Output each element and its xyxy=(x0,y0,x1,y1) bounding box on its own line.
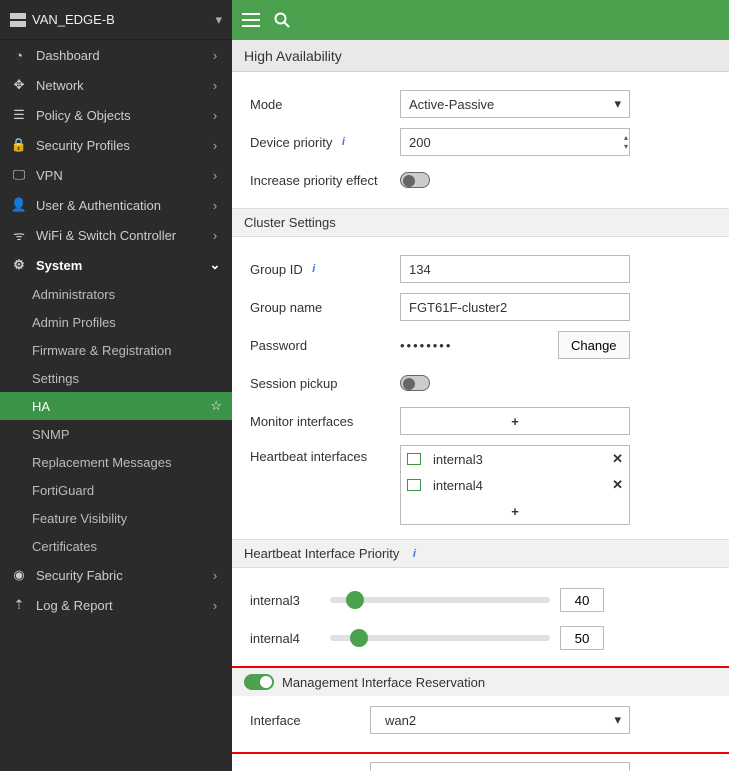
increase-label: Increase priority effect xyxy=(250,173,400,188)
user-icon: 👤 xyxy=(10,197,28,213)
device-selector[interactable]: VAN_EDGE-B ▾ xyxy=(0,0,232,40)
chevron-right-icon: › xyxy=(208,198,222,213)
group-name-label: Group name xyxy=(250,300,400,315)
cluster-settings-header: Cluster Settings xyxy=(232,208,729,237)
hb-if2-value[interactable] xyxy=(560,626,604,650)
spinner-buttons[interactable]: ▴▾ xyxy=(624,130,628,154)
sidebar-sub-replacement[interactable]: Replacement Messages xyxy=(0,448,232,476)
sidebar-item-network[interactable]: ✥ Network › xyxy=(0,70,232,100)
info-icon[interactable]: i xyxy=(307,262,321,276)
remove-icon[interactable]: ✕ xyxy=(612,477,623,493)
sidebar-sub-administrators[interactable]: Administrators xyxy=(0,280,232,308)
group-id-input[interactable] xyxy=(400,255,630,283)
gateway-input[interactable] xyxy=(370,762,630,771)
port-icon xyxy=(407,453,421,465)
topbar xyxy=(232,0,729,40)
hb-if2-slider[interactable] xyxy=(330,635,550,641)
info-icon[interactable]: i xyxy=(407,547,421,561)
sidebar-sub-snmp[interactable]: SNMP xyxy=(0,420,232,448)
chevron-right-icon: › xyxy=(208,48,222,63)
star-icon: ☆ xyxy=(210,398,222,414)
sidebar-item-user-auth[interactable]: 👤 User & Authentication › xyxy=(0,190,232,220)
chevron-down-icon: ⌄ xyxy=(208,257,222,273)
sidebar-item-security-fabric[interactable]: ◉ Security Fabric › xyxy=(0,560,232,590)
info-icon[interactable]: i xyxy=(336,135,350,149)
chevron-right-icon: › xyxy=(208,108,222,123)
hb-if2-label: internal4 xyxy=(250,631,330,646)
sidebar-item-security[interactable]: 🔒 Security Profiles › xyxy=(0,130,232,160)
gear-icon: ⚙ xyxy=(10,257,28,273)
sidebar-sub-fortiguard[interactable]: FortiGuard xyxy=(0,476,232,504)
menu-icon[interactable] xyxy=(242,13,260,27)
page-title: High Availability xyxy=(232,40,729,72)
sidebar-sub-certificates[interactable]: Certificates xyxy=(0,532,232,560)
mgmt-interface-label: Interface xyxy=(250,713,370,728)
device-name: VAN_EDGE-B xyxy=(32,12,215,27)
chevron-right-icon: › xyxy=(208,598,222,613)
sidebar-sub-settings[interactable]: Settings xyxy=(0,364,232,392)
sidebar-sub-firmware[interactable]: Firmware & Registration xyxy=(0,336,232,364)
hb-if1-value[interactable] xyxy=(560,588,604,612)
form-area: Mode Active-Passive ▾ Device priority i xyxy=(232,72,729,771)
mgmt-reservation-highlight: Management Interface Reservation Interfa… xyxy=(232,666,729,754)
heartbeat-if-box: internal3 ✕ internal4 ✕ + xyxy=(400,445,630,525)
priority-label: Device priority i xyxy=(250,135,400,150)
session-pickup-toggle[interactable] xyxy=(400,375,430,391)
mgmt-reservation-toggle[interactable] xyxy=(244,674,274,690)
sidebar-item-wifi[interactable]: ᯤ WiFi & Switch Controller › xyxy=(0,220,232,250)
mode-select[interactable]: Active-Passive ▾ xyxy=(400,90,630,118)
mode-label: Mode xyxy=(250,97,400,112)
vpn-icon: 🖵 xyxy=(10,167,28,183)
network-icon: ✥ xyxy=(10,77,28,93)
chart-icon: ⇡ xyxy=(10,597,28,613)
sidebar-item-log-report[interactable]: ⇡ Log & Report › xyxy=(0,590,232,620)
dashboard-icon: ◔ xyxy=(10,48,28,63)
sidebar-sub-feature-vis[interactable]: Feature Visibility xyxy=(0,504,232,532)
mgmt-reservation-header: Management Interface Reservation xyxy=(232,668,729,696)
caret-down-icon: ▾ xyxy=(215,12,222,28)
sidebar-item-vpn[interactable]: 🖵 VPN › xyxy=(0,160,232,190)
monitor-if-box: + xyxy=(400,407,630,435)
hb-if-row-1: internal3 ✕ xyxy=(401,446,629,472)
device-icon xyxy=(10,13,26,27)
sidebar-sub-ha[interactable]: HA ☆ xyxy=(0,392,232,420)
fabric-icon: ◉ xyxy=(10,567,28,583)
chevron-right-icon: › xyxy=(208,78,222,93)
remove-icon[interactable]: ✕ xyxy=(612,451,623,467)
group-name-input[interactable] xyxy=(400,293,630,321)
sidebar-item-dashboard[interactable]: ◔ Dashboard › xyxy=(0,40,232,70)
password-label: Password xyxy=(250,338,400,353)
change-password-button[interactable]: Change xyxy=(558,331,630,359)
hb-if1-label: internal3 xyxy=(250,593,330,608)
caret-down-icon: ▾ xyxy=(614,712,621,728)
sidebar-sub-admin-profiles[interactable]: Admin Profiles xyxy=(0,308,232,336)
sidebar: VAN_EDGE-B ▾ ◔ Dashboard › ✥ Network › ☰… xyxy=(0,0,232,771)
main-panel: High Availability Mode Active-Passive ▾ … xyxy=(232,0,729,771)
monitor-if-label: Monitor interfaces xyxy=(250,414,400,429)
lock-icon: 🔒 xyxy=(10,137,28,153)
chevron-right-icon: › xyxy=(208,568,222,583)
add-hb-if-button[interactable]: + xyxy=(401,498,629,524)
search-icon[interactable] xyxy=(274,12,290,28)
hb-priority-header: Heartbeat Interface Priority i xyxy=(232,539,729,568)
wifi-icon: ᯤ xyxy=(10,226,28,244)
chevron-right-icon: › xyxy=(208,168,222,183)
add-monitor-if-button[interactable]: + xyxy=(401,408,629,434)
session-pickup-label: Session pickup xyxy=(250,376,400,391)
sidebar-item-system[interactable]: ⚙ System ⌄ xyxy=(0,250,232,280)
increase-toggle[interactable] xyxy=(400,172,430,188)
password-value: •••••••• xyxy=(400,338,550,353)
hb-if1-slider[interactable] xyxy=(330,597,550,603)
sidebar-item-policy[interactable]: ☰ Policy & Objects › xyxy=(0,100,232,130)
priority-input[interactable] xyxy=(400,128,630,156)
heartbeat-if-label: Heartbeat interfaces xyxy=(250,445,400,464)
chevron-right-icon: › xyxy=(208,138,222,153)
policy-icon: ☰ xyxy=(10,107,28,123)
caret-down-icon: ▾ xyxy=(614,96,621,112)
port-icon xyxy=(407,479,421,491)
mgmt-interface-select[interactable]: wan2 ▾ xyxy=(370,706,630,734)
chevron-right-icon: › xyxy=(208,228,222,243)
hb-if-row-2: internal4 ✕ xyxy=(401,472,629,498)
group-id-label: Group ID i xyxy=(250,262,400,277)
